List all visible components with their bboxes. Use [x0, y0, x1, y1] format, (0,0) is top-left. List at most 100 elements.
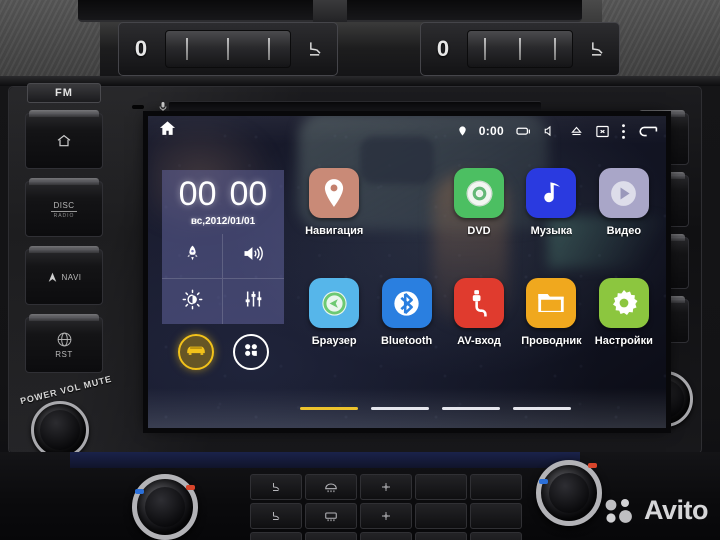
fm-label: FM	[27, 83, 101, 103]
climate-econ-button[interactable]: ECON	[250, 532, 302, 540]
page-indicators[interactable]	[300, 407, 571, 410]
clock-minutes: 00	[229, 175, 268, 213]
bluetooth-icon	[381, 278, 432, 328]
app-bluetooth[interactable]: Bluetooth	[370, 278, 442, 388]
climate-airflow-button[interactable]	[415, 532, 467, 540]
dashboard-edge	[0, 76, 720, 86]
app-settings[interactable]: Настройки	[588, 278, 660, 388]
climate-fan-speed-left[interactable]	[360, 474, 412, 500]
disc-icon	[454, 168, 505, 218]
climate-temp-knob-left[interactable]	[132, 474, 198, 540]
app-browser[interactable]: Браузер	[298, 278, 370, 388]
seat-heater-control-right[interactable]: 0	[420, 22, 620, 76]
page-dot-2[interactable]	[371, 407, 429, 410]
location-pin-icon	[457, 124, 468, 138]
climate-button-5[interactable]	[470, 474, 522, 500]
climate-fan-speed-right[interactable]	[360, 503, 412, 529]
clock-hours: 00	[178, 175, 217, 213]
app-label: Браузер	[311, 335, 357, 347]
widget-round-buttons	[162, 334, 284, 371]
cd-slot[interactable]	[169, 101, 541, 111]
app-grid: Навигация DVD Музыка Видео Браузер Bluet…	[298, 168, 660, 388]
recent-apps-icon[interactable]	[515, 125, 532, 138]
volume-icon[interactable]	[543, 124, 558, 138]
climate-defrost-rear[interactable]	[305, 503, 357, 529]
home-icon[interactable]	[158, 119, 177, 143]
disc-label: DISC	[53, 201, 75, 210]
app-label: Музыка	[530, 225, 573, 237]
toggle-boost[interactable]	[162, 234, 223, 280]
close-box-icon[interactable]	[595, 124, 610, 139]
console-accent-strip	[70, 452, 580, 468]
folder-icon	[526, 278, 577, 328]
app-row-2: Браузер Bluetooth AV-вход Проводник Наст…	[298, 278, 660, 388]
hardware-button-disc-radio[interactable]: DISC RADIO	[25, 178, 103, 237]
app-label: Настройки	[594, 335, 653, 347]
climate-button-grid: ECON REAR A/C REST	[250, 474, 522, 540]
app-label: Bluetooth	[380, 335, 433, 347]
apps-grid-icon	[241, 340, 261, 365]
touchscreen-display[interactable]: 0:00 00 00 вс,2012/01/01 Навигация DVD М…	[148, 116, 666, 428]
play-circle-icon	[598, 168, 649, 218]
left-widget-column: 00 00 вс,2012/01/01	[162, 170, 284, 371]
clock-widget[interactable]: 00 00 вс,2012/01/01	[162, 170, 284, 235]
gear-icon	[598, 278, 649, 328]
app-row-1: Навигация DVD Музыка Видео	[298, 168, 660, 278]
seat-heater-icon	[293, 39, 337, 59]
climate-button-9[interactable]	[415, 503, 467, 529]
seat-rocker-left[interactable]	[165, 30, 291, 68]
car-head-unit-photo: 0 0 FM DISC RADIO NAVI RST POWER VOL MUT…	[0, 0, 720, 540]
seat-heater-control-left[interactable]: 0	[118, 22, 338, 76]
navi-label: NAVI	[61, 272, 82, 282]
hardware-button-navi[interactable]: NAVI	[25, 246, 103, 305]
climate-rear-button[interactable]: REAR	[305, 532, 357, 540]
map-pin-icon	[309, 168, 360, 218]
brightness-icon	[182, 289, 203, 315]
car-icon	[185, 342, 207, 362]
climate-temp-knob-right[interactable]	[536, 460, 602, 526]
mic-slot	[132, 105, 144, 109]
status-clock: 0:00	[478, 124, 504, 138]
rst-label: RST	[55, 350, 73, 359]
app-file-manager[interactable]: Проводник	[515, 278, 587, 388]
app-video[interactable]: Видео	[588, 168, 660, 278]
dashboard-vent-strip	[78, 0, 582, 22]
app-dvd[interactable]: DVD	[443, 168, 515, 278]
hardware-button-reset[interactable]: RST	[25, 314, 103, 373]
seat-heater-icon	[575, 39, 619, 59]
back-arrow-icon[interactable]	[637, 124, 658, 139]
status-bar-icons: 0:00	[457, 123, 658, 140]
climate-button-10[interactable]	[470, 503, 522, 529]
climate-defrost-front[interactable]	[305, 474, 357, 500]
seat-rocker-right[interactable]	[467, 30, 573, 68]
music-note-icon	[526, 168, 577, 218]
page-dot-4[interactable]	[513, 407, 571, 410]
climate-button-4[interactable]	[415, 474, 467, 500]
power-volume-mute-knob[interactable]	[31, 401, 89, 459]
app-navigation[interactable]: Навигация	[298, 168, 370, 278]
climate-seat-heat-right[interactable]	[250, 503, 302, 529]
avito-watermark: Avito	[604, 495, 709, 526]
app-label: AV-вход	[457, 335, 501, 347]
app-music[interactable]: Музыка	[515, 168, 587, 278]
hardware-button-home[interactable]	[25, 110, 103, 169]
overflow-menu-icon[interactable]	[621, 123, 626, 140]
climate-ac-button[interactable]: A/C	[360, 532, 412, 540]
equalizer-icon	[243, 289, 264, 314]
climate-seat-heat-left[interactable]	[250, 474, 302, 500]
avito-text: Avito	[644, 495, 709, 525]
all-apps-button[interactable]	[232, 334, 269, 371]
car-settings-button[interactable]	[177, 334, 214, 371]
app-label: DVD	[467, 225, 491, 237]
vent-divider	[313, 0, 347, 22]
toggle-equalizer[interactable]	[223, 279, 284, 324]
toggle-volume[interactable]	[223, 234, 284, 280]
browser-globe-icon	[309, 278, 360, 328]
eject-icon[interactable]	[569, 124, 584, 138]
page-dot-1[interactable]	[300, 407, 358, 410]
radio-label: RADIO	[53, 213, 75, 219]
toggle-brightness[interactable]	[162, 279, 223, 325]
page-dot-3[interactable]	[442, 407, 500, 410]
app-av-input[interactable]: AV-вход	[443, 278, 515, 388]
climate-rest-button[interactable]: REST	[470, 532, 522, 540]
